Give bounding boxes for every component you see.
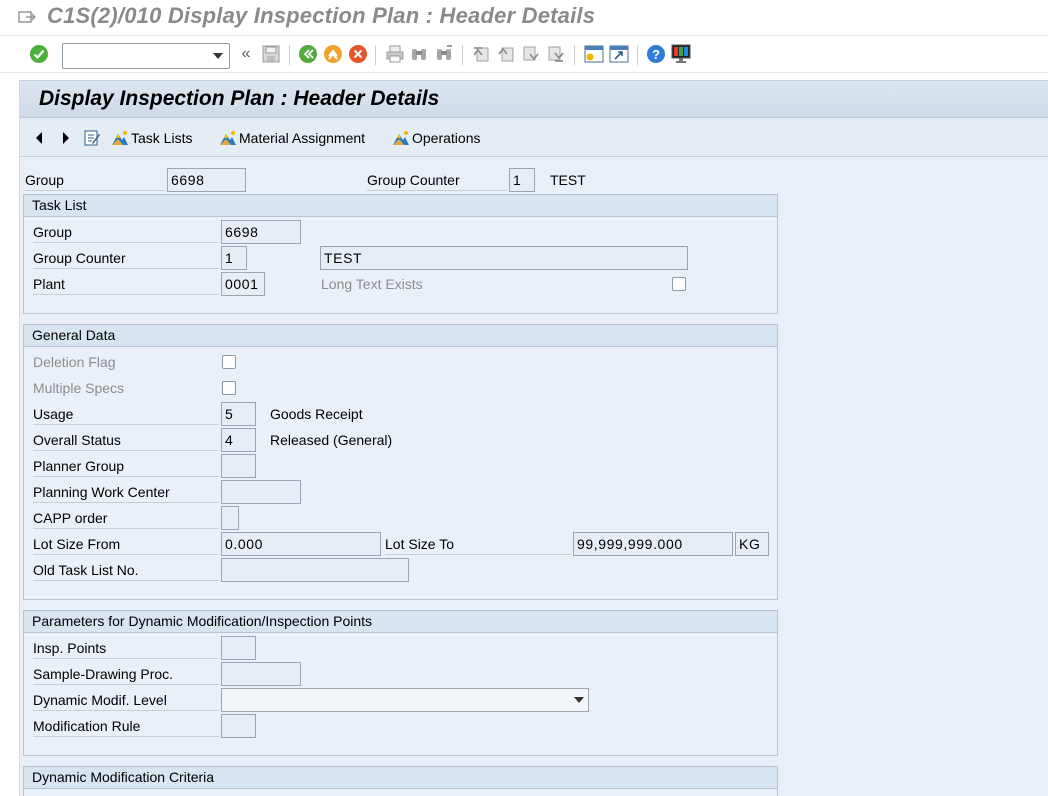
operations-label: Operations	[412, 130, 481, 146]
svg-text:?: ?	[652, 47, 660, 62]
window-title: C1S(2)/010 Display Inspection Plan : Hea…	[47, 3, 596, 28]
overall-status-text: Released (General)	[270, 432, 393, 448]
task-list-group-title: Task List	[24, 195, 777, 217]
screen-title-bar: Display Inspection Plan : Header Details	[20, 81, 1048, 118]
planner-group-label: Planner Group	[33, 455, 219, 477]
help-icon[interactable]: ?	[645, 43, 667, 65]
edit-document-icon	[84, 130, 100, 146]
old-task-list-field[interactable]	[221, 558, 409, 582]
chevron-down-icon[interactable]	[213, 53, 223, 59]
overall-status-field[interactable]: 4	[221, 428, 256, 452]
last-page-icon[interactable]	[545, 43, 567, 65]
mountain-icon	[112, 131, 128, 145]
insp-points-label: Insp. Points	[33, 637, 219, 659]
back-icon[interactable]	[297, 43, 319, 65]
usage-text: Goods Receipt	[270, 406, 363, 422]
sample-drawing-label: Sample-Drawing Proc.	[33, 663, 219, 685]
multiple-specs-label: Multiple Specs	[33, 380, 125, 396]
task-list-plant-label: Plant	[33, 273, 219, 295]
mountain-icon	[220, 131, 236, 145]
dynamic-criteria-group: Dynamic Modification Criteria	[23, 766, 778, 796]
next-object-button[interactable]	[61, 128, 71, 148]
capp-order-field[interactable]	[221, 506, 239, 530]
lot-size-to-label: Lot Size To	[385, 533, 571, 555]
enter-icon[interactable]	[28, 43, 50, 65]
page-title: Display Inspection Plan : Header Details	[39, 87, 440, 110]
header-group-counter-label: Group Counter	[367, 169, 507, 191]
first-page-icon[interactable]	[470, 43, 492, 65]
lot-size-from-field[interactable]: 0.000	[221, 532, 381, 556]
exit-icon[interactable]	[322, 43, 344, 65]
task-list-group-counter-label: Group Counter	[33, 247, 219, 269]
modification-rule-label: Modification Rule	[33, 715, 219, 737]
material-assignment-label: Material Assignment	[239, 130, 366, 146]
header-group-label: Group	[25, 169, 165, 191]
dyn-modif-level-dropdown[interactable]	[221, 688, 589, 712]
dynamic-params-group-title: Parameters for Dynamic Modification/Insp…	[24, 611, 777, 633]
command-field[interactable]	[62, 43, 230, 69]
capp-order-label: CAPP order	[33, 507, 219, 529]
previous-object-button[interactable]	[34, 128, 44, 148]
multiple-specs-checkbox[interactable]	[222, 381, 236, 395]
header-group-counter-field[interactable]: 1	[509, 168, 535, 192]
create-session-icon[interactable]	[583, 43, 605, 65]
modification-rule-field[interactable]	[221, 714, 256, 738]
planning-work-center-field[interactable]	[221, 480, 301, 504]
display-change-button[interactable]	[83, 128, 101, 148]
usage-label: Usage	[33, 403, 219, 425]
shortcut-icon[interactable]	[608, 43, 630, 65]
lot-size-unit-field[interactable]: KG	[735, 532, 769, 556]
customize-layout-icon[interactable]	[670, 43, 692, 65]
task-lists-button[interactable]: Task Lists	[111, 128, 192, 148]
general-data-group-title: General Data	[24, 325, 777, 347]
mountain-icon	[393, 131, 409, 145]
insp-points-field[interactable]	[221, 636, 256, 660]
planning-work-center-label: Planning Work Center	[33, 481, 219, 503]
task-list-group-counter-field[interactable]: 1	[221, 246, 247, 270]
application-toolbar: Task Lists Material Assignment Operation…	[20, 119, 1048, 157]
task-list-plant-field[interactable]: 0001	[221, 272, 265, 296]
overall-status-label: Overall Status	[33, 429, 219, 451]
window-title-bar: C1S(2)/010 Display Inspection Plan : Hea…	[0, 0, 1048, 36]
deletion-flag-checkbox[interactable]	[222, 355, 236, 369]
triangle-right-icon	[63, 132, 69, 144]
old-task-list-label: Old Task List No.	[33, 559, 219, 581]
cancel-icon[interactable]	[347, 43, 369, 65]
usage-field[interactable]: 5	[221, 402, 256, 426]
header-group-field[interactable]: 6698	[167, 168, 246, 192]
task-list-group-field[interactable]: 6698	[221, 220, 301, 244]
task-lists-label: Task Lists	[131, 130, 193, 146]
find-next-icon[interactable]	[433, 43, 455, 65]
chevron-down-icon[interactable]	[574, 697, 584, 703]
task-list-description-field[interactable]: TEST	[320, 246, 688, 270]
lot-size-to-field[interactable]: 99,999,999.000	[573, 532, 733, 556]
lot-size-from-label: Lot Size From	[33, 533, 219, 555]
previous-page-icon[interactable]	[495, 43, 517, 65]
transaction-icon	[18, 11, 36, 23]
material-assignment-button[interactable]: Material Assignment	[219, 128, 365, 148]
dynamic-criteria-group-title: Dynamic Modification Criteria	[24, 767, 777, 789]
triangle-left-icon	[36, 132, 42, 144]
header-group-counter-text: TEST	[550, 172, 586, 188]
planner-group-field[interactable]	[221, 454, 256, 478]
task-list-group-label: Group	[33, 221, 219, 243]
save-icon[interactable]	[260, 43, 282, 65]
deletion-flag-label: Deletion Flag	[33, 354, 116, 370]
long-text-exists-checkbox[interactable]	[672, 277, 686, 291]
collapse-icon[interactable]: «	[235, 43, 257, 65]
find-icon[interactable]	[408, 43, 430, 65]
operations-button[interactable]: Operations	[392, 128, 480, 148]
sample-drawing-field[interactable]	[221, 662, 301, 686]
print-icon[interactable]	[384, 43, 406, 65]
dyn-modif-level-label: Dynamic Modif. Level	[33, 689, 219, 711]
long-text-exists-label: Long Text Exists	[321, 276, 423, 292]
next-page-icon[interactable]	[520, 43, 542, 65]
